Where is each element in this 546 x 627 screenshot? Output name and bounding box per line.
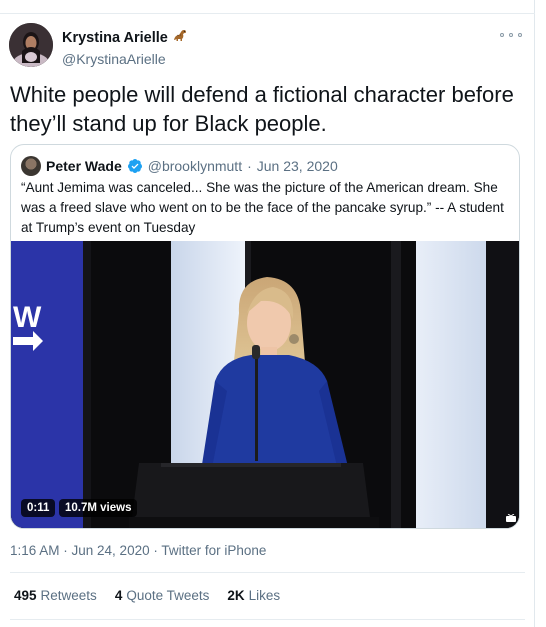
- quoted-tweet[interactable]: Peter Wade @brooklynmutt · Jun 23, 2020 …: [10, 144, 520, 529]
- dinosaur-emoji-icon: [172, 27, 188, 48]
- stage-sign-text: W: [13, 301, 42, 334]
- quote-tweets-label: Quote Tweets: [126, 588, 210, 603]
- video-frame: W: [11, 241, 519, 528]
- quoted-tweet-header: Peter Wade @brooklynmutt · Jun 23, 2020: [21, 156, 338, 176]
- divider: [10, 619, 525, 620]
- divider: [10, 572, 525, 573]
- retweets-label: Retweets: [40, 588, 97, 603]
- top-border: [0, 0, 535, 14]
- retweets-count: 495: [14, 588, 37, 603]
- more-icon[interactable]: [500, 28, 522, 42]
- likes-count: 2K: [227, 588, 245, 603]
- author-avatar[interactable]: [9, 23, 53, 67]
- quoted-author-handle: @brooklynmutt: [147, 158, 243, 174]
- author-avatar-image: [9, 23, 53, 67]
- author-handle[interactable]: @KrystinaArielle: [62, 50, 188, 68]
- likes-stat[interactable]: 2K Likes: [227, 588, 280, 603]
- quote-tweets-stat[interactable]: 4 Quote Tweets: [115, 588, 210, 603]
- video-source-icon: [506, 514, 516, 522]
- video-duration: 0:11: [21, 499, 56, 517]
- quoted-separator: ·: [247, 158, 252, 174]
- tweet-text: White people will defend a fictional cha…: [10, 82, 514, 136]
- verified-badge-icon: [127, 159, 142, 173]
- likes-label: Likes: [248, 588, 281, 603]
- quote-tweets-count: 4: [114, 588, 123, 603]
- quoted-tweet-text: “Aunt Jemima was canceled... She was the…: [21, 180, 504, 235]
- quoted-author-name: Peter Wade: [46, 158, 122, 174]
- quoted-date: Jun 23, 2020: [256, 158, 338, 174]
- video-player[interactable]: W 0:11 10.7M views: [11, 241, 519, 528]
- author-name-row[interactable]: Krystina Arielle: [62, 27, 188, 48]
- tweet-detail: Krystina Arielle @KrystinaArielle White …: [0, 0, 535, 627]
- tweet-timestamp[interactable]: 1:16 AM · Jun 24, 2020 · Twitter for iPh…: [10, 543, 266, 558]
- quoted-avatar: [21, 156, 41, 176]
- author-info: Krystina Arielle @KrystinaArielle: [62, 27, 188, 68]
- retweets-stat[interactable]: 495 Retweets: [14, 588, 97, 603]
- video-views: 10.7M views: [59, 499, 138, 517]
- engagement-stats: 495 Retweets 4 Quote Tweets 2K Likes: [14, 588, 280, 603]
- author-name[interactable]: Krystina Arielle: [62, 29, 168, 47]
